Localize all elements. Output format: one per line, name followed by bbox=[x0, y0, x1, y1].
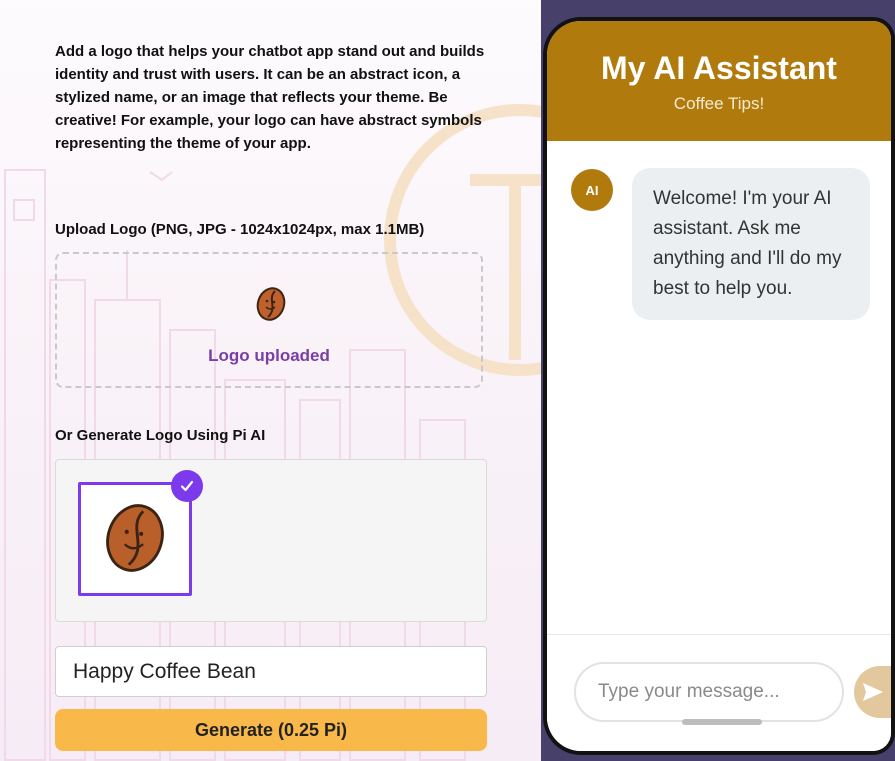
logo-prompt-input[interactable] bbox=[55, 646, 487, 697]
chat-preview-panel: My AI Assistant Coffee Tips! AI Welcome!… bbox=[541, 0, 895, 761]
selected-check-badge bbox=[171, 470, 203, 502]
logo-settings-panel: Add a logo that helps your chatbot app s… bbox=[0, 0, 541, 761]
send-icon bbox=[863, 683, 883, 701]
assistant-subtitle: Coffee Tips! bbox=[673, 94, 765, 113]
coffee-bean-icon bbox=[256, 287, 286, 321]
checkmark-icon bbox=[180, 480, 194, 492]
generate-logo-button[interactable]: Generate (0.25 Pi) bbox=[55, 709, 487, 751]
chat-header: My AI Assistant Coffee Tips! bbox=[547, 21, 891, 141]
welcome-message-bubble: Welcome! I'm your AI assistant. Ask me a… bbox=[632, 168, 870, 320]
generate-logo-label: Or Generate Logo Using Pi AI bbox=[55, 427, 266, 444]
assistant-title: My AI Assistant bbox=[601, 50, 837, 86]
logo-instructions: Add a logo that helps your chatbot app s… bbox=[55, 43, 485, 152]
generated-logo-option[interactable] bbox=[78, 482, 192, 596]
logo-upload-dropzone[interactable]: Logo uploaded bbox=[55, 252, 483, 388]
home-indicator bbox=[682, 719, 762, 725]
generated-logos-grid bbox=[55, 459, 487, 622]
phone-frame: My AI Assistant Coffee Tips! AI Welcome!… bbox=[543, 17, 895, 755]
phone-screen: My AI Assistant Coffee Tips! AI Welcome!… bbox=[547, 21, 891, 751]
message-input-bar bbox=[547, 634, 891, 751]
avatar: AI bbox=[571, 169, 613, 211]
upload-logo-label: Upload Logo (PNG, JPG - 1024x1024px, max… bbox=[55, 221, 425, 238]
coffee-bean-icon bbox=[106, 504, 164, 572]
upload-status-text: Logo uploaded bbox=[208, 346, 330, 365]
send-button[interactable] bbox=[854, 666, 891, 718]
message-input[interactable] bbox=[574, 662, 844, 722]
